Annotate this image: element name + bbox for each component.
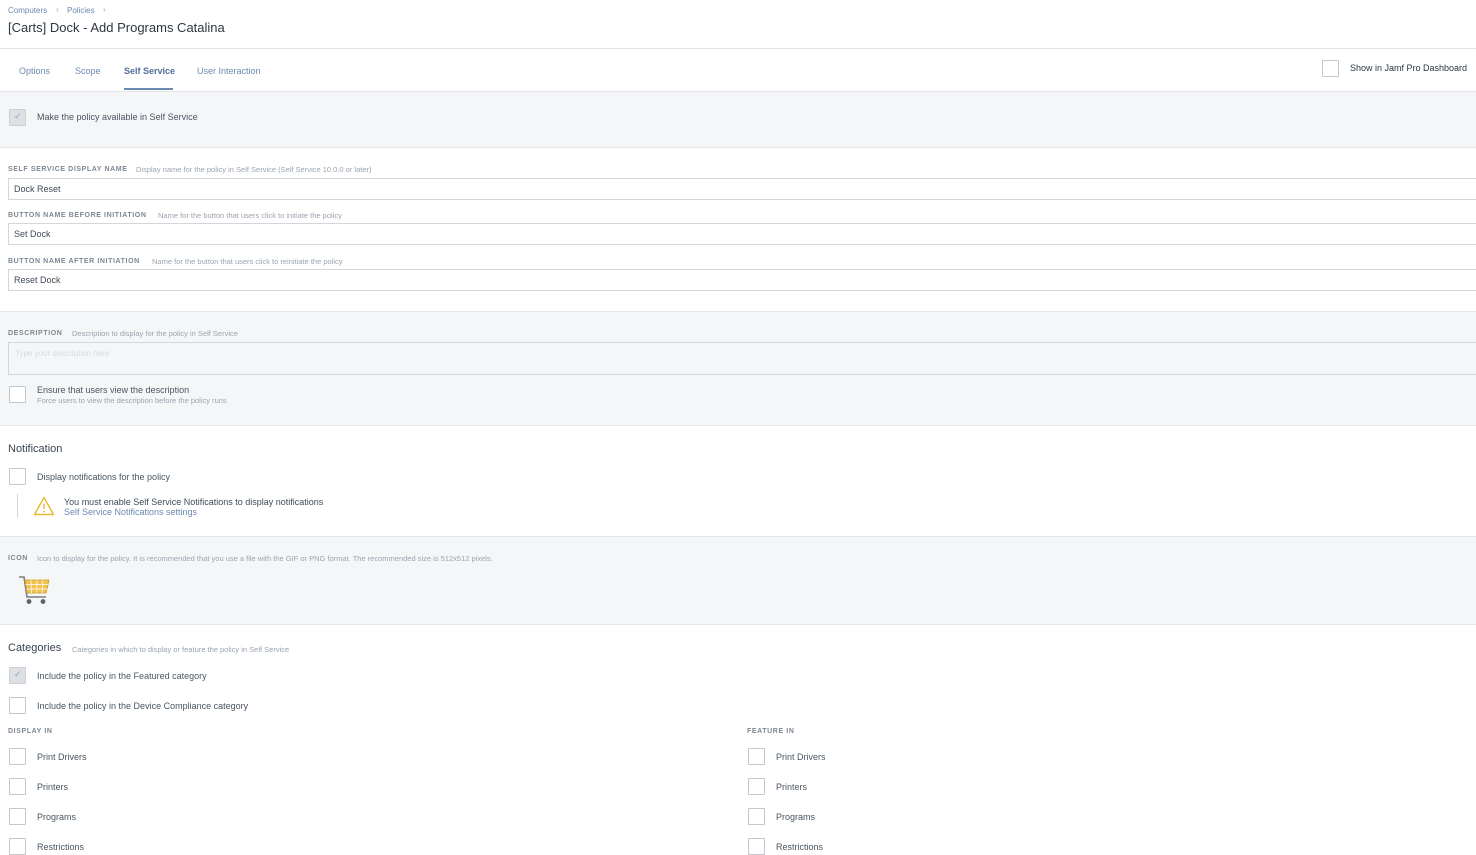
display-notifications-label: Display notifications for the policy bbox=[37, 472, 170, 482]
feature-in-print-drivers-checkbox[interactable] bbox=[748, 748, 765, 765]
featured-category-label: Include the policy in the Featured categ… bbox=[37, 671, 207, 681]
description-hint: Description to display for the policy in… bbox=[72, 329, 238, 338]
display-in-printers-checkbox[interactable] bbox=[9, 778, 26, 795]
featured-category-checkbox[interactable] bbox=[9, 667, 26, 684]
button-after-label: BUTTON NAME AFTER INITIATION bbox=[8, 258, 140, 265]
display-in-item-label: Restrictions bbox=[37, 842, 84, 852]
breadcrumb-separator: › bbox=[103, 5, 106, 14]
notification-settings-link[interactable]: Self Service Notifications settings bbox=[64, 507, 197, 517]
divider bbox=[0, 147, 1476, 148]
feature-in-label: FEATURE IN bbox=[747, 728, 794, 735]
display-name-input[interactable]: Dock Reset bbox=[8, 178, 1476, 200]
icon-label: ICON bbox=[8, 555, 28, 562]
display-notifications-checkbox[interactable] bbox=[9, 468, 26, 485]
device-compliance-checkbox[interactable] bbox=[9, 697, 26, 714]
display-in-restrictions-checkbox[interactable] bbox=[9, 838, 26, 855]
feature-in-printers-checkbox[interactable] bbox=[748, 778, 765, 795]
breadcrumb-policies[interactable]: Policies bbox=[67, 6, 95, 15]
feature-in-item-label: Restrictions bbox=[776, 842, 823, 852]
dashboard-label: Show in Jamf Pro Dashboard bbox=[1350, 63, 1467, 73]
tab-self-service[interactable]: Self Service bbox=[124, 66, 175, 76]
warning-rule bbox=[17, 494, 18, 518]
active-tab-indicator bbox=[124, 88, 173, 90]
description-label: DESCRIPTION bbox=[8, 330, 62, 337]
description-textarea[interactable]: Type your description here bbox=[8, 342, 1476, 375]
notification-title: Notification bbox=[8, 443, 62, 455]
ensure-description-checkbox[interactable] bbox=[9, 386, 26, 403]
divider bbox=[0, 311, 1476, 312]
availability-section bbox=[0, 92, 1476, 147]
display-in-item-label: Print Drivers bbox=[37, 752, 87, 762]
self-service-available-checkbox[interactable] bbox=[9, 109, 26, 126]
button-after-hint: Name for the button that users click to … bbox=[152, 257, 343, 266]
display-in-label: DISPLAY IN bbox=[8, 728, 53, 735]
button-before-label: BUTTON NAME BEFORE INITIATION bbox=[8, 212, 146, 219]
tab-scope[interactable]: Scope bbox=[75, 66, 101, 76]
ensure-description-sublabel: Force users to view the description befo… bbox=[37, 396, 227, 405]
breadcrumb-computers[interactable]: Computers bbox=[8, 6, 47, 15]
button-after-input[interactable]: Reset Dock bbox=[8, 269, 1476, 291]
feature-in-item-label: Print Drivers bbox=[776, 752, 826, 762]
page-title: [Carts] Dock - Add Programs Catalina bbox=[8, 20, 225, 35]
display-name-label: SELF SERVICE DISPLAY NAME bbox=[8, 166, 128, 173]
feature-in-programs-checkbox[interactable] bbox=[748, 808, 765, 825]
self-service-available-label: Make the policy available in Self Servic… bbox=[37, 112, 198, 122]
categories-hint: Categories in which to display or featur… bbox=[72, 645, 289, 654]
tab-options[interactable]: Options bbox=[19, 66, 50, 76]
button-before-input[interactable]: Set Dock bbox=[8, 223, 1476, 245]
feature-in-item-label: Programs bbox=[776, 812, 815, 822]
display-in-item-label: Printers bbox=[37, 782, 68, 792]
breadcrumb-separator: › bbox=[56, 5, 59, 14]
warning-icon bbox=[33, 496, 55, 516]
device-compliance-label: Include the policy in the Device Complia… bbox=[37, 701, 248, 711]
feature-in-item-label: Printers bbox=[776, 782, 807, 792]
tab-user-interaction[interactable]: User Interaction bbox=[197, 66, 261, 76]
feature-in-restrictions-checkbox[interactable] bbox=[748, 838, 765, 855]
button-before-hint: Name for the button that users click to … bbox=[158, 211, 342, 220]
display-name-hint: Display name for the policy in Self Serv… bbox=[136, 165, 372, 174]
divider bbox=[0, 536, 1476, 537]
categories-title: Categories bbox=[8, 642, 61, 654]
ensure-description-label: Ensure that users view the description bbox=[37, 385, 189, 395]
divider bbox=[0, 425, 1476, 426]
display-in-item-label: Programs bbox=[37, 812, 76, 822]
icon-section bbox=[0, 536, 1476, 624]
display-in-programs-checkbox[interactable] bbox=[9, 808, 26, 825]
dashboard-checkbox[interactable] bbox=[1322, 60, 1339, 77]
icon-hint: Icon to display for the policy. It is re… bbox=[37, 554, 493, 563]
divider bbox=[0, 624, 1476, 625]
display-in-print-drivers-checkbox[interactable] bbox=[9, 748, 26, 765]
shopping-cart-icon[interactable] bbox=[17, 572, 53, 608]
notification-warning-text: You must enable Self Service Notificatio… bbox=[64, 497, 323, 507]
